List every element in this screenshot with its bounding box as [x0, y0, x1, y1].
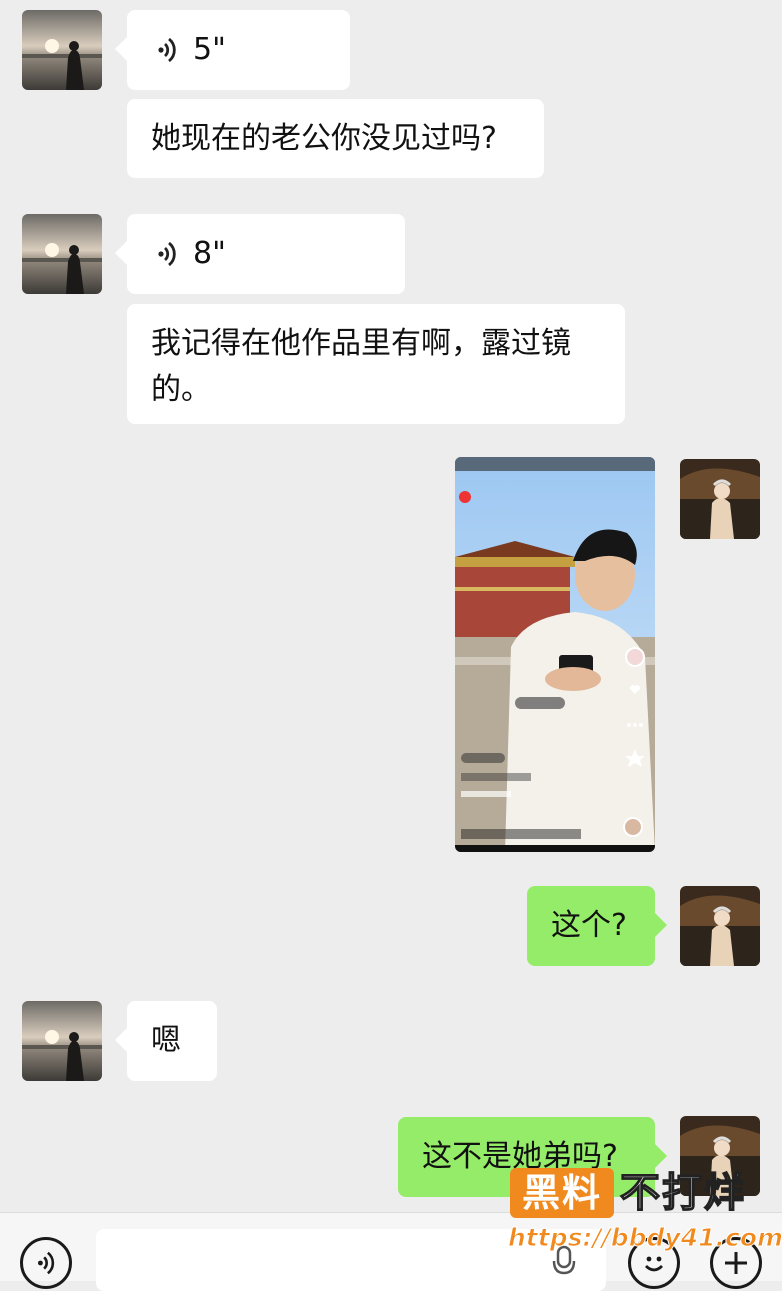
text-message[interactable]: 嗯	[115, 1001, 217, 1081]
text-message[interactable]: 她现在的老公你没见过吗?	[127, 99, 544, 178]
my-avatar[interactable]	[680, 886, 760, 966]
voice-duration: 5"	[193, 32, 226, 67]
voice-message[interactable]: 5"	[115, 10, 350, 90]
contact-avatar[interactable]	[22, 1001, 102, 1081]
chat-area[interactable]: 5" 她现在的老公你没见过吗? 8" 我记得在他作品里有啊，露过镜的。 这个? …	[0, 0, 782, 1212]
watermark: 黑料 不打烊 https://bbdy41.com	[507, 1166, 782, 1258]
message-text: 我记得在他作品里有啊，露过镜的。	[151, 326, 571, 407]
image-message[interactable]	[455, 457, 655, 852]
video-screenshot-icon	[455, 457, 655, 852]
message-text: 这个?	[551, 908, 627, 943]
voice-toggle-icon	[37, 1251, 55, 1275]
contact-avatar[interactable]	[22, 214, 102, 294]
my-avatar[interactable]	[680, 459, 760, 539]
text-message[interactable]: 我记得在他作品里有啊，露过镜的。	[127, 304, 625, 424]
voice-toggle-button[interactable]	[20, 1237, 72, 1289]
watermark-title: 不打烊	[619, 1169, 746, 1217]
voice-duration: 8"	[193, 236, 226, 271]
message-text: 嗯	[151, 1023, 181, 1058]
voice-message[interactable]: 8"	[115, 214, 405, 294]
voice-wave-icon	[158, 241, 176, 267]
contact-avatar[interactable]	[22, 10, 102, 90]
watermark-badge: 黑料	[510, 1168, 614, 1218]
text-message[interactable]: 这个?	[527, 886, 667, 966]
voice-wave-icon	[158, 37, 176, 63]
message-text: 她现在的老公你没见过吗?	[151, 121, 497, 156]
watermark-url: https://bbdy41.com	[507, 1223, 782, 1253]
